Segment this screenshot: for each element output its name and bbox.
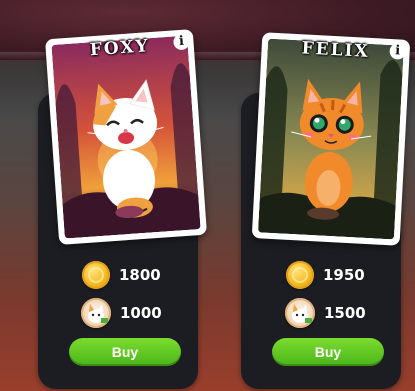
gold-coin-icon (82, 261, 110, 289)
felix-cat-illustration (258, 38, 404, 240)
card-foxy[interactable]: FOXY i (44, 29, 208, 245)
price-tokens-foxy: 1000 (81, 298, 162, 328)
gold-coin-icon (286, 261, 314, 289)
price-coins-felix: 1950 (286, 260, 365, 290)
price-coins-value: 1950 (323, 266, 365, 284)
price-tokens-value: 1000 (120, 304, 162, 322)
price-coins-foxy: 1800 (82, 260, 161, 290)
card-felix[interactable]: FELIX i (251, 32, 411, 246)
price-tokens-felix: 1500 (285, 298, 366, 328)
buy-button-foxy[interactable]: Buy (69, 338, 181, 366)
cat-token-icon (285, 298, 315, 328)
price-coins-value: 1800 (119, 266, 161, 284)
price-tokens-value: 1500 (324, 304, 366, 322)
card-foxy-artwork (51, 35, 201, 239)
foxy-cat-illustration (51, 35, 201, 239)
card-felix-artwork (258, 38, 404, 240)
buy-button-felix[interactable]: Buy (272, 338, 384, 366)
cat-token-icon (81, 298, 111, 328)
